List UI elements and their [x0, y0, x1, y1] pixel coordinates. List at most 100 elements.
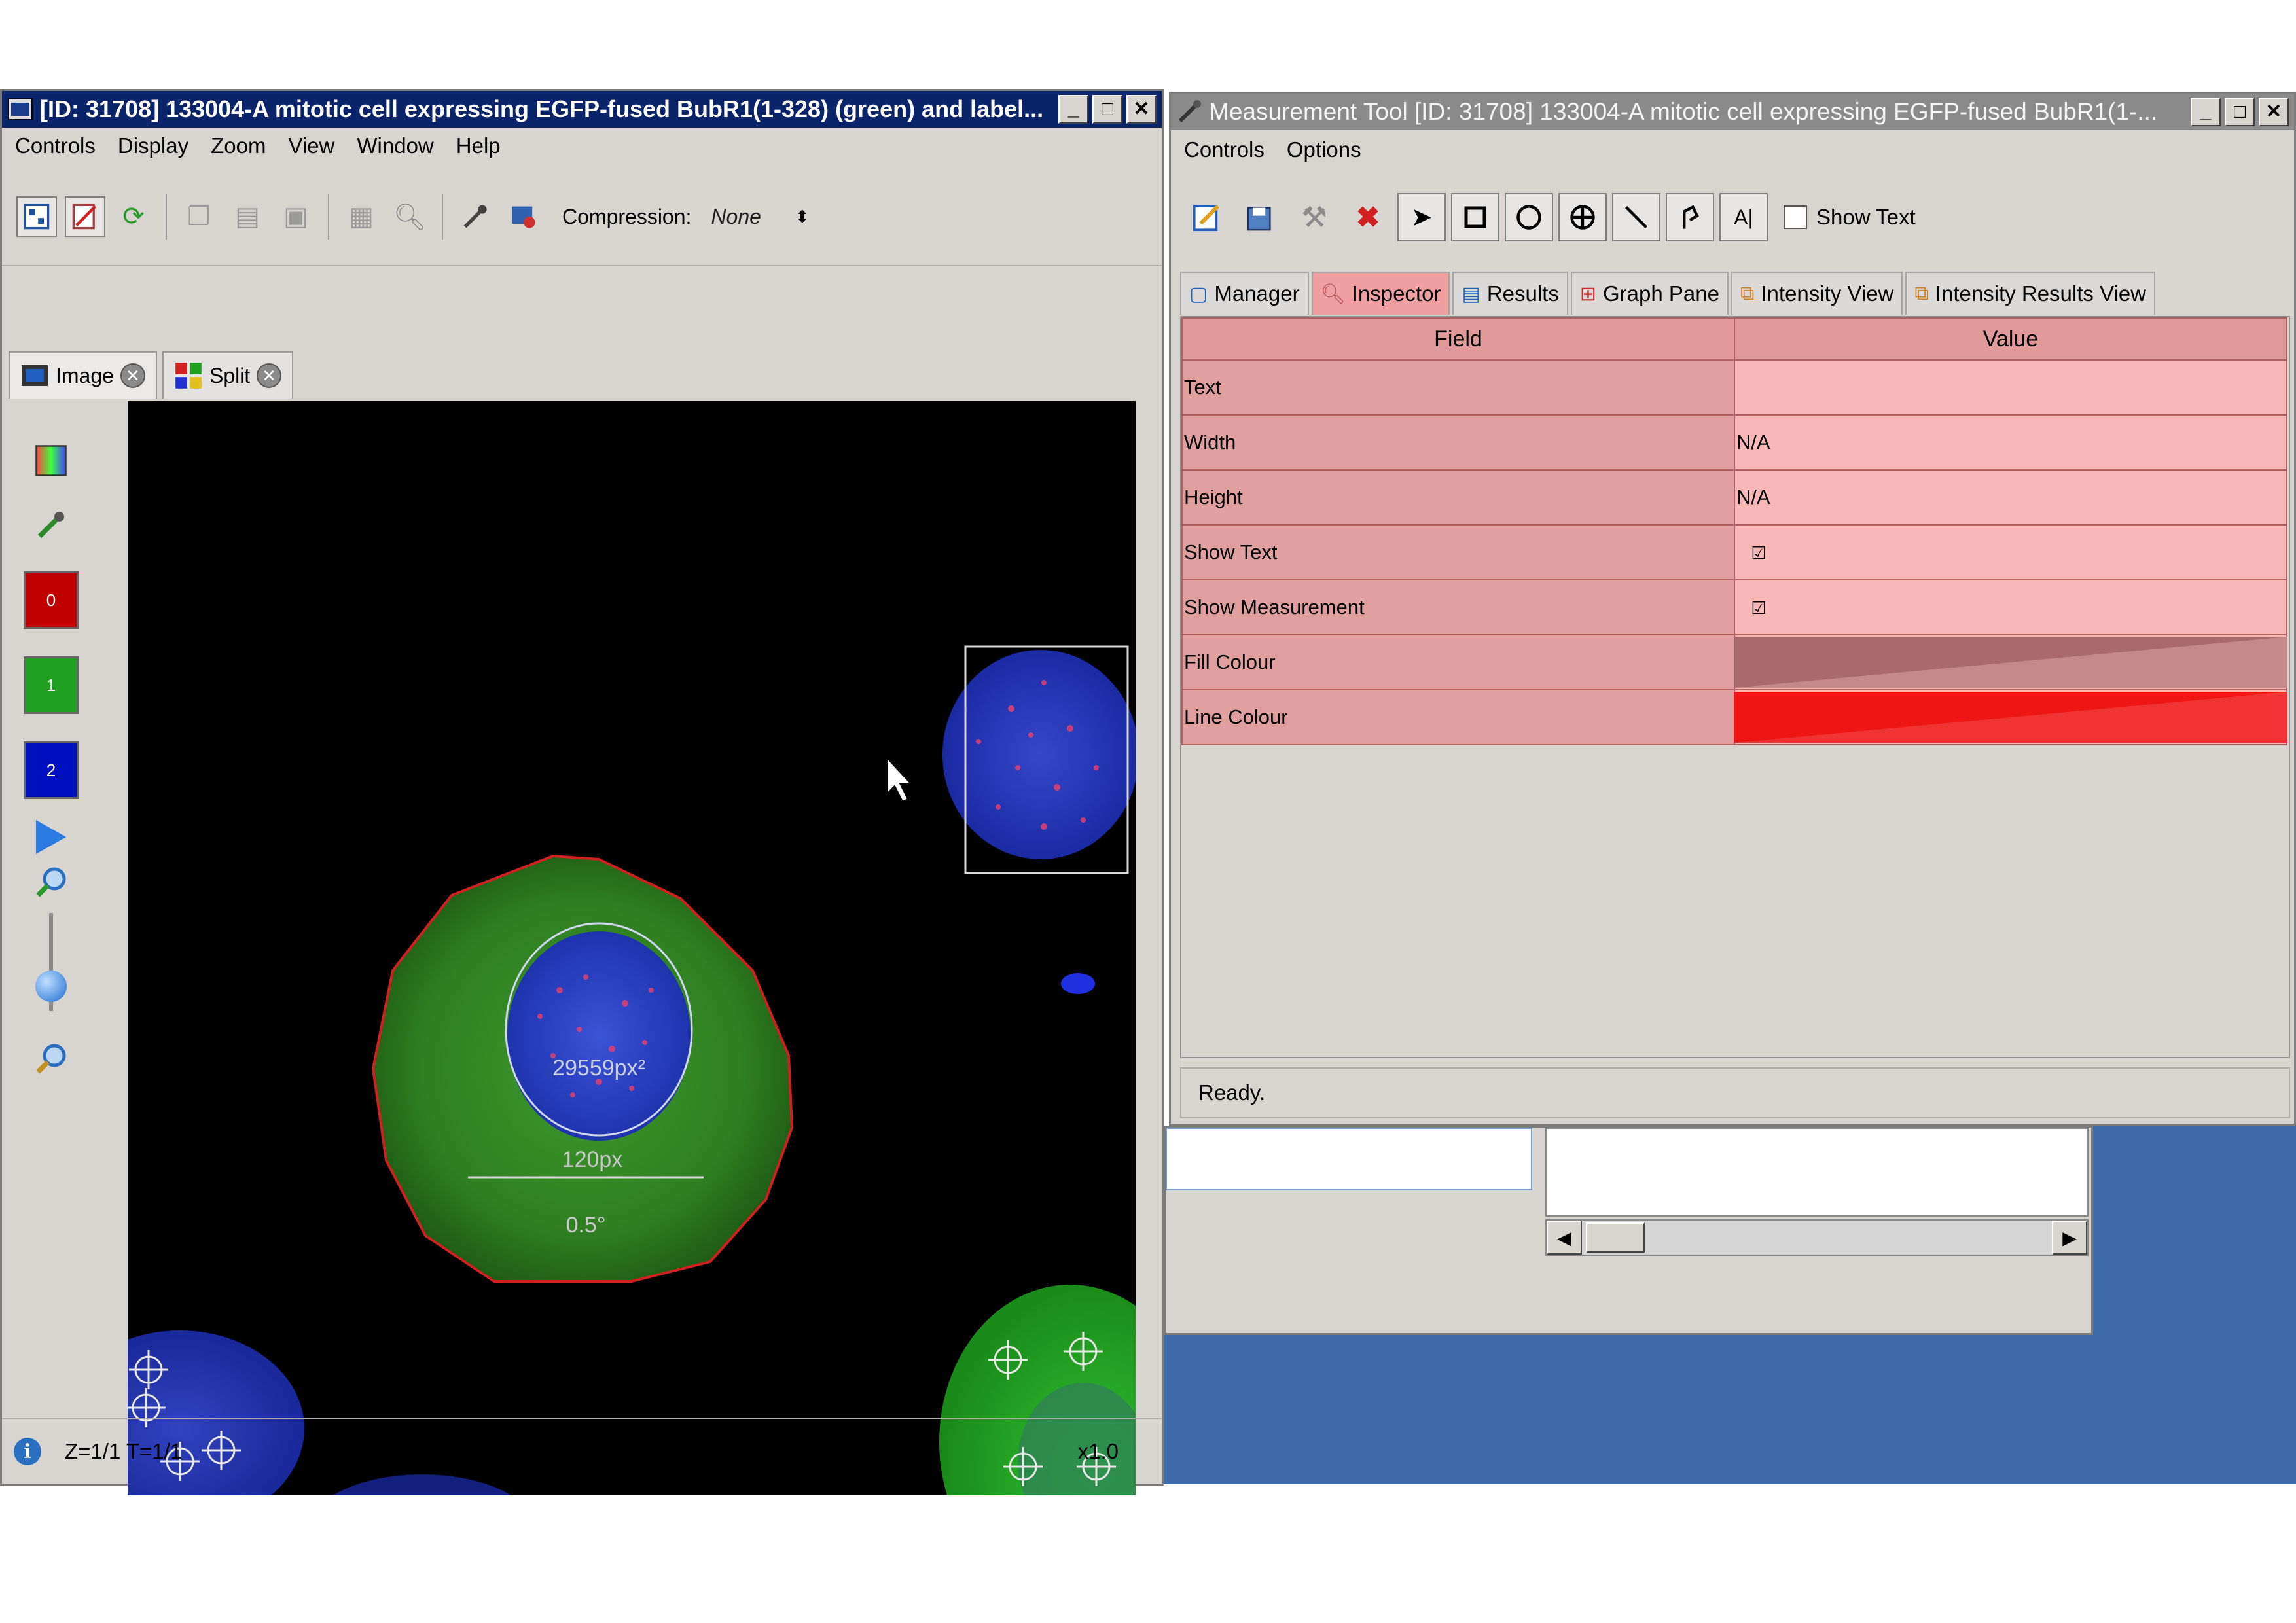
field-column-header[interactable]: Field	[1181, 317, 1735, 361]
compression-spinner-icon[interactable]: ⬍	[795, 207, 810, 227]
tab-intensity-results-view[interactable]: ⧉ Intensity Results View	[1905, 272, 2156, 315]
measurement-tool-icon[interactable]	[65, 196, 105, 237]
table-row[interactable]: Width N/A	[1181, 414, 2287, 471]
text-tool-icon[interactable]: A|	[1719, 193, 1768, 241]
table-row[interactable]: Text	[1181, 359, 2287, 416]
menu-display[interactable]: Display	[118, 134, 188, 158]
close-button[interactable]: ✕	[2259, 98, 2289, 126]
zoom-icon[interactable]: 🔍︎	[389, 196, 430, 237]
renderer-icon[interactable]	[16, 196, 57, 237]
rectangle-tool-icon[interactable]	[1451, 193, 1499, 241]
show-text-label: Show Text	[1816, 205, 1916, 229]
tab-results[interactable]: ▤ Results	[1452, 272, 1568, 315]
point-tool-icon[interactable]	[1558, 193, 1607, 241]
export-image-icon[interactable]	[503, 196, 544, 237]
zoom-out-icon[interactable]	[35, 1043, 67, 1075]
ellipse-tool-icon[interactable]	[1505, 193, 1553, 241]
zoom-in-icon[interactable]	[35, 866, 67, 899]
play-icon[interactable]	[36, 820, 66, 854]
mtool-titlebar[interactable]: Measurement Tool [ID: 31708] 133004-A mi…	[1171, 94, 2294, 130]
scroll-thumb[interactable]	[1586, 1222, 1645, 1253]
copy-icon[interactable]: ❐	[179, 196, 219, 237]
viewer-titlebar[interactable]: [ID: 31708] 133004-A mitotic cell expres…	[2, 91, 1162, 128]
table-row[interactable]: Show Text ☑	[1181, 524, 2287, 580]
minimize-button[interactable]: _	[1058, 95, 1088, 124]
delete-icon[interactable]: ✖	[1344, 193, 1392, 241]
menu-help[interactable]: Help	[456, 134, 501, 158]
close-button[interactable]: ✕	[1126, 95, 1157, 124]
table-row[interactable]: Height N/A	[1181, 469, 2287, 526]
wand-icon[interactable]: ⚒	[1290, 193, 1338, 241]
table-row[interactable]: Fill Colour	[1181, 634, 2287, 690]
menu-options[interactable]: Options	[1287, 137, 1361, 162]
tab-split[interactable]: Split ✕	[162, 351, 294, 399]
tab-graph-pane[interactable]: ⊞ Graph Pane	[1570, 272, 1729, 315]
tab-manager[interactable]: ▢ Manager	[1180, 272, 1309, 315]
height-value-cell[interactable]: N/A	[1734, 469, 2287, 526]
fill-colour-swatch[interactable]	[1734, 637, 2287, 688]
line-colour-value-cell[interactable]	[1734, 689, 2287, 745]
select-tool-icon[interactable]: ➤	[1397, 193, 1446, 241]
show-text-value-cell[interactable]: ☑	[1734, 524, 2287, 580]
image-canvas[interactable]: 29559px² 120px 0.5°	[128, 401, 1136, 1495]
menu-zoom[interactable]: Zoom	[211, 134, 266, 158]
scroll-right-icon[interactable]: ▶	[2052, 1221, 2087, 1255]
show-measurement-checkbox[interactable]: ☑	[1747, 596, 1770, 620]
show-text-row-checkbox[interactable]: ☑	[1747, 541, 1770, 565]
show-text-toggle[interactable]: Show Text	[1784, 205, 1916, 230]
fill-colour-value-cell[interactable]	[1734, 634, 2287, 690]
refresh-icon[interactable]: ⟳	[113, 196, 154, 237]
inspector-table: Field Value Text Width N/A Height N/A Sh…	[1181, 317, 2287, 745]
zoom-slider[interactable]	[35, 913, 67, 1011]
tab-intensity-view[interactable]: ⧉ Intensity View	[1731, 272, 1903, 315]
background-text-field[interactable]	[1166, 1128, 1532, 1190]
close-tab-icon[interactable]: ✕	[120, 363, 145, 388]
color-picker-icon[interactable]	[35, 444, 67, 477]
compression-select[interactable]: None	[711, 205, 761, 229]
movie-icon[interactable]: ▦	[341, 196, 382, 237]
maximize-button[interactable]: □	[1092, 95, 1122, 124]
results-icon: ▤	[1462, 283, 1480, 305]
menu-window[interactable]: Window	[357, 134, 433, 158]
viewer-side-toolbar: 0 1 2	[15, 444, 87, 1075]
pipette-icon[interactable]	[455, 196, 495, 237]
channel-2-button[interactable]: 2	[24, 741, 79, 799]
mouse-cursor-icon	[886, 756, 912, 803]
width-value-cell[interactable]: N/A	[1734, 414, 2287, 471]
split-tab-icon	[175, 363, 202, 389]
menu-view[interactable]: View	[288, 134, 334, 158]
channel-0-button[interactable]: 0	[24, 571, 79, 629]
scroll-left-icon[interactable]: ◀	[1547, 1221, 1582, 1255]
table-row[interactable]: Show Measurement ☑	[1181, 579, 2287, 635]
show-text-checkbox[interactable]	[1784, 205, 1807, 229]
show-measurement-value-cell[interactable]: ☑	[1734, 579, 2287, 635]
table-row[interactable]: Line Colour	[1181, 689, 2287, 745]
edit-icon[interactable]	[1183, 193, 1231, 241]
image-viewer-window: [ID: 31708] 133004-A mitotic cell expres…	[0, 89, 1164, 1495]
magnifier-icon: ▢	[1189, 283, 1208, 305]
line-colour-swatch[interactable]	[1734, 692, 2287, 743]
zoom-slider-thumb[interactable]	[35, 971, 67, 1002]
info-icon[interactable]: i	[14, 1438, 41, 1465]
tab-image-label: Image	[56, 363, 114, 387]
maximize-button[interactable]: □	[2225, 98, 2255, 126]
save-roi-icon[interactable]	[1236, 193, 1285, 241]
menu-controls[interactable]: Controls	[1184, 137, 1265, 162]
viewer-title: [ID: 31708] 133004-A mitotic cell expres…	[40, 96, 1044, 122]
line-tool-icon[interactable]	[1612, 193, 1660, 241]
tab-image[interactable]: Image ✕	[9, 351, 157, 399]
minimize-button[interactable]: _	[2191, 98, 2221, 126]
value-column-header[interactable]: Value	[1734, 317, 2287, 361]
save-icon[interactable]: ▣	[276, 196, 316, 237]
horizontal-scrollbar[interactable]: ◀ ▶	[1545, 1219, 2089, 1256]
close-tab-icon[interactable]: ✕	[257, 363, 282, 388]
paste-icon[interactable]: ▤	[227, 196, 268, 237]
tab-inspector[interactable]: 🔍︎ Inspector	[1311, 272, 1450, 315]
background-list[interactable]	[1545, 1128, 2089, 1217]
background-window: ◀ ▶	[1164, 1126, 2093, 1335]
eyedropper-icon[interactable]	[35, 508, 67, 541]
polyline-tool-icon[interactable]	[1666, 193, 1714, 241]
channel-1-button[interactable]: 1	[24, 656, 79, 714]
text-value-cell[interactable]	[1734, 359, 2287, 416]
menu-controls[interactable]: Controls	[15, 134, 96, 158]
